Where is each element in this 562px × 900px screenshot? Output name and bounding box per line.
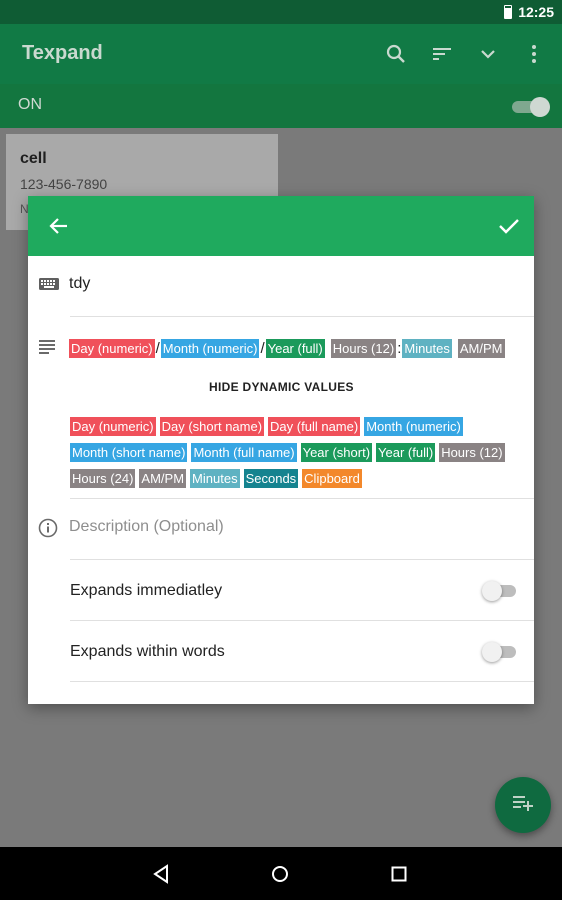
dynamic-value-chip[interactable]: Minutes xyxy=(190,469,240,488)
description-input[interactable]: Description (Optional) xyxy=(69,518,224,536)
phrase-separator xyxy=(326,340,330,357)
phrase-separator: : xyxy=(397,340,402,357)
dynamic-value-chip[interactable]: Hours (24) xyxy=(70,469,136,488)
divider xyxy=(70,681,534,682)
phrase-separator xyxy=(453,340,457,357)
navigation-bar xyxy=(0,847,562,900)
status-time: 12:25 xyxy=(518,4,554,20)
app-bar: Texpand xyxy=(0,24,562,84)
dynamic-value-chip[interactable]: Clipboard xyxy=(302,469,362,488)
edit-phrase-dialog: tdy Day (numeric) / Month (numeric) / Year (… xyxy=(28,196,534,704)
home-nav-icon[interactable] xyxy=(267,861,293,887)
keyboard-icon xyxy=(38,276,60,297)
phrase-token-chip[interactable]: Hours (12) xyxy=(330,339,397,358)
switch-thumb xyxy=(482,581,502,601)
back-arrow-icon[interactable] xyxy=(46,213,72,239)
dynamic-values-row: Month (short name) Month (full name) Year … xyxy=(70,443,528,462)
playlist-add-icon xyxy=(512,794,534,817)
dynamic-value-chip[interactable]: Hours (12) xyxy=(439,443,505,462)
divider xyxy=(70,316,534,317)
phrase-card-name: cell xyxy=(20,150,47,167)
hide-dynamic-values-button[interactable]: HIDE DYNAMIC VALUES xyxy=(209,380,354,394)
phrase-token-chip[interactable]: AM/PM xyxy=(457,339,505,358)
dynamic-value-chip[interactable]: Year (short) xyxy=(300,443,373,462)
dynamic-value-chip[interactable]: Month (full name) xyxy=(191,443,297,462)
info-icon xyxy=(38,518,58,543)
dynamic-values-panel: Day (numeric) Day (short name) Day (full n… xyxy=(70,417,528,495)
overflow-menu-icon[interactable] xyxy=(520,40,548,68)
phrase-token-chip[interactable]: Year (full) xyxy=(265,339,325,358)
phrase-separator: / xyxy=(155,340,160,357)
switch-thumb xyxy=(530,97,550,117)
add-phrase-button[interactable] xyxy=(495,777,551,833)
status-bar: 12:25 xyxy=(0,0,562,24)
dialog-header xyxy=(28,196,534,256)
expands-within-words-label: Expands within words xyxy=(70,643,225,660)
chevron-down-icon[interactable] xyxy=(474,40,502,68)
divider xyxy=(70,498,534,499)
expands-immediately-label: Expands immediatley xyxy=(70,582,223,599)
switch-thumb xyxy=(482,642,502,662)
search-icon[interactable] xyxy=(382,40,410,68)
sort-icon[interactable] xyxy=(428,40,456,68)
battery-icon xyxy=(504,5,512,19)
divider xyxy=(70,559,534,560)
master-switch-label: ON xyxy=(18,96,42,113)
expands-within-words-toggle[interactable] xyxy=(482,642,518,662)
phrase-token-chip[interactable]: Minutes xyxy=(402,339,452,358)
dynamic-value-chip[interactable]: Seconds xyxy=(243,469,299,488)
dynamic-value-chip[interactable]: Month (numeric) xyxy=(364,417,463,436)
divider xyxy=(70,620,534,621)
dynamic-values-row: Day (numeric) Day (short name) Day (full n… xyxy=(70,417,528,436)
master-switch-row: ON xyxy=(0,84,562,128)
dynamic-value-chip[interactable]: Month (short name) xyxy=(70,443,188,462)
master-switch[interactable] xyxy=(512,96,550,117)
dynamic-value-chip[interactable]: Day (full name) xyxy=(268,417,361,436)
dynamic-value-chip[interactable]: Year (full) xyxy=(376,443,436,462)
recents-nav-icon[interactable] xyxy=(386,861,412,887)
phrase-input[interactable]: Day (numeric) / Month (numeric) / Year (full… xyxy=(69,339,505,358)
phrase-separator: / xyxy=(260,340,265,357)
shortcut-input[interactable]: tdy xyxy=(69,275,90,293)
notes-icon xyxy=(38,339,56,360)
dynamic-values-row: Hours (24) AM/PM Minutes Seconds Clipboard xyxy=(70,469,528,488)
phrase-card-value: 123-456-7890 xyxy=(20,176,108,192)
app-actions xyxy=(382,40,548,68)
phrase-token-chip[interactable]: Day (numeric) xyxy=(69,339,155,358)
expands-immediately-toggle[interactable] xyxy=(482,581,518,601)
dynamic-value-chip[interactable]: Day (short name) xyxy=(159,417,265,436)
check-icon[interactable] xyxy=(496,213,522,239)
dynamic-value-chip[interactable]: Day (numeric) xyxy=(70,417,156,436)
dynamic-value-chip[interactable]: AM/PM xyxy=(139,469,187,488)
back-nav-icon[interactable] xyxy=(148,861,174,887)
phrase-token-chip[interactable]: Month (numeric) xyxy=(160,339,260,358)
app-title: Texpand xyxy=(22,42,103,64)
